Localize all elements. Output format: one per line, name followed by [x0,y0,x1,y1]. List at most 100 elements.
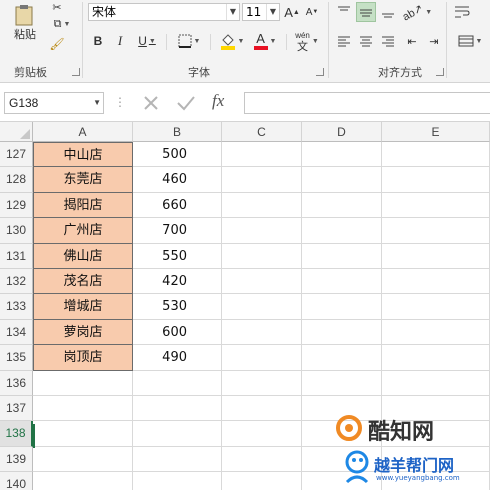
cell-c[interactable] [222,269,302,295]
cancel-icon[interactable] [142,94,160,112]
row-header[interactable]: 135 [0,345,33,371]
row-header[interactable]: 139 [0,446,33,473]
cell-a[interactable]: 岗顶店 [33,345,133,371]
cell-d[interactable] [302,167,382,193]
cell-c[interactable] [222,472,302,490]
cell-b[interactable]: 600 [133,319,222,346]
cell-b[interactable] [133,396,222,422]
align-left-button[interactable] [334,32,354,50]
align-right-button[interactable] [378,32,398,50]
font-color-button[interactable]: A ▼ [250,30,280,52]
cell-c[interactable] [222,218,302,244]
row-header[interactable]: 140 [0,472,33,490]
cell-b[interactable]: 420 [133,269,222,295]
align-middle-button[interactable] [356,2,376,22]
wrap-text-button[interactable] [452,2,472,22]
cell-a[interactable]: 中山店 [33,142,133,168]
column-header-c[interactable]: C [222,122,302,142]
row-header[interactable]: 127 [0,142,33,168]
row-header[interactable]: 129 [0,192,33,219]
cell-a[interactable] [33,396,133,422]
font-name-combo[interactable]: 宋体 ▼ [88,3,240,21]
cell-a[interactable] [33,472,133,490]
row-header[interactable]: 134 [0,319,33,346]
cell-e[interactable] [382,370,490,396]
formula-input[interactable] [244,92,490,114]
cell-c[interactable] [222,319,302,346]
cell-a[interactable]: 增城店 [33,294,133,320]
cell-a[interactable]: 佛山店 [33,243,133,269]
cell-e[interactable] [382,319,490,346]
cell-e[interactable] [382,294,490,320]
chevron-down-icon[interactable]: ▼ [266,4,279,20]
row-header[interactable]: 131 [0,243,33,269]
cell-c[interactable] [222,167,302,193]
row-header[interactable]: 128 [0,167,33,193]
phonetic-button[interactable]: wén 文 ▼ [292,28,322,54]
column-header-d[interactable]: D [302,122,382,142]
align-top-button[interactable] [334,2,354,22]
cell-d[interactable] [302,218,382,244]
paste-button[interactable]: 粘贴 [6,0,44,46]
shrink-font-button[interactable]: A ▼ [304,3,320,21]
cell-e[interactable] [382,269,490,295]
cell-c[interactable] [222,243,302,269]
cell-a[interactable]: 茂名店 [33,269,133,295]
font-size-combo[interactable]: 11 ▼ [242,3,280,21]
cell-e[interactable] [382,192,490,219]
cell-d[interactable] [302,243,382,269]
italic-button[interactable]: I [112,32,128,50]
bold-button[interactable]: B [90,32,106,50]
cell-b[interactable]: 550 [133,243,222,269]
cell-e[interactable] [382,142,490,168]
cell-b[interactable]: 700 [133,218,222,244]
cell-d[interactable] [302,345,382,371]
cell-c[interactable] [222,370,302,396]
cell-a[interactable] [33,421,133,447]
orientation-button[interactable]: ab↗ ▼ [400,2,432,23]
more-options-icon[interactable]: ⋮ [114,95,126,109]
copy-button[interactable]: ⧉ ▼ [48,16,76,32]
fill-color-button[interactable]: ▼ [216,30,248,52]
cell-b[interactable] [133,446,222,473]
cell-b[interactable] [133,370,222,396]
cell-b[interactable]: 660 [133,192,222,219]
cell-d[interactable] [302,192,382,219]
cell-a[interactable] [33,370,133,396]
align-center-button[interactable] [356,32,376,50]
name-box[interactable]: G138 ▼ [4,92,104,114]
cell-b[interactable]: 460 [133,167,222,193]
row-header[interactable]: 133 [0,294,33,320]
merge-center-button[interactable]: ▼ [452,32,488,50]
cell-c[interactable] [222,345,302,371]
underline-button[interactable]: U ▼ [134,32,160,50]
cell-e[interactable] [382,167,490,193]
cell-d[interactable] [302,319,382,346]
cell-b[interactable] [133,472,222,490]
chevron-down-icon[interactable]: ▼ [226,4,239,20]
enter-check-icon[interactable] [176,94,196,112]
cell-a[interactable] [33,446,133,473]
column-header-e[interactable]: E [382,122,490,142]
cell-d[interactable] [302,294,382,320]
row-header[interactable]: 137 [0,396,33,422]
border-button[interactable]: ▼ [174,32,204,50]
chevron-down-icon[interactable]: ▼ [93,93,101,113]
cell-e[interactable] [382,218,490,244]
cell-c[interactable] [222,192,302,219]
cell-d[interactable] [302,142,382,168]
row-header[interactable]: 136 [0,370,33,396]
insert-function-icon[interactable]: fx [212,91,224,111]
cell-c[interactable] [222,446,302,473]
row-header[interactable]: 138 [0,421,33,447]
cell-e[interactable] [382,243,490,269]
clipboard-launcher-icon[interactable] [72,68,80,76]
cell-b[interactable]: 500 [133,142,222,168]
align-bottom-button[interactable] [378,2,398,22]
cell-c[interactable] [222,396,302,422]
cell-a[interactable]: 广州店 [33,218,133,244]
row-header[interactable]: 130 [0,218,33,244]
row-header[interactable]: 132 [0,269,33,295]
cell-c[interactable] [222,294,302,320]
alignment-launcher-icon[interactable] [436,68,444,76]
